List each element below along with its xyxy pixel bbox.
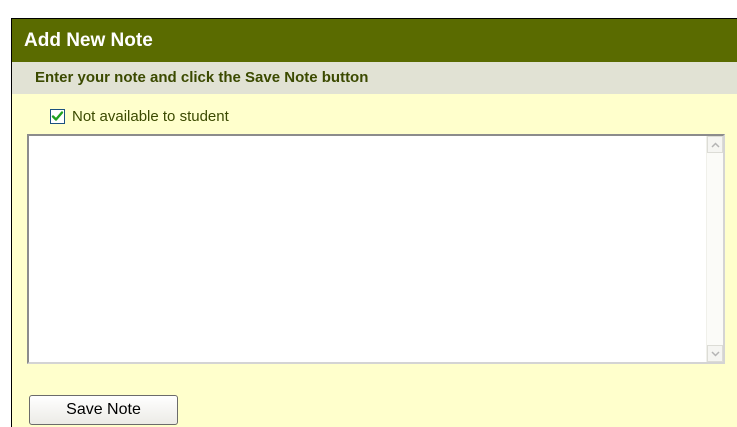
chevron-down-icon — [710, 350, 720, 357]
instruction-bar: Enter your note and click the Save Note … — [12, 62, 737, 94]
save-note-button[interactable]: Save Note — [29, 395, 178, 425]
scroll-down-button[interactable] — [707, 345, 723, 362]
instruction-text: Enter your note and click the Save Note … — [35, 69, 369, 86]
panel-header: Add New Note — [12, 19, 737, 62]
not-available-label[interactable]: Not available to student — [72, 108, 229, 125]
add-note-panel: Add New Note Enter your note and click t… — [11, 18, 737, 427]
page-frame: Add New Note Enter your note and click t… — [0, 0, 737, 427]
textarea-scrollbar[interactable] — [706, 136, 723, 362]
chevron-up-icon — [710, 141, 720, 148]
note-textarea[interactable] — [29, 136, 706, 362]
note-textarea-container — [27, 134, 725, 364]
scroll-up-button[interactable] — [707, 136, 723, 153]
panel-title: Add New Note — [24, 30, 153, 51]
not-available-checkbox-row: Not available to student — [50, 107, 229, 125]
check-icon — [51, 110, 64, 121]
not-available-checkbox[interactable] — [50, 108, 65, 124]
